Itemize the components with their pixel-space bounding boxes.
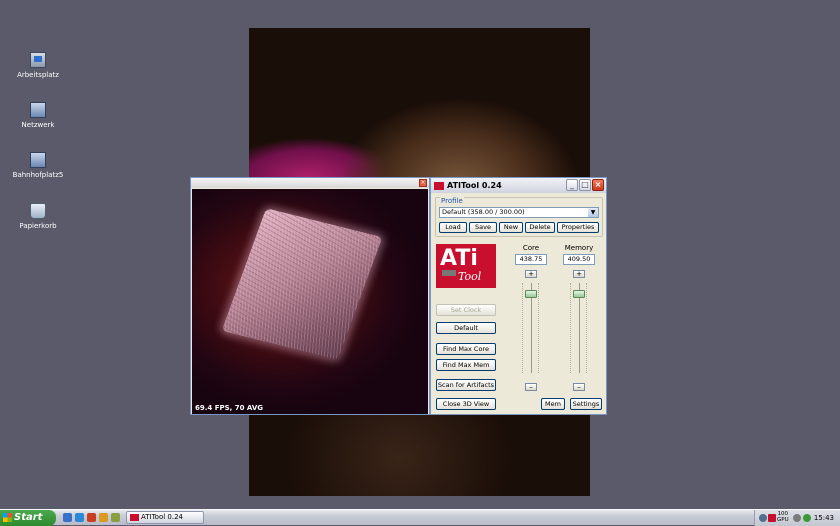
profile-dropdown[interactable]: Default (358.00 / 300.00) ▼: [439, 207, 599, 218]
3d-view-canvas: 69.4 FPS, 70 AVG: [192, 189, 428, 414]
memory-plus-button[interactable]: +: [573, 270, 585, 278]
save-button[interactable]: Save: [469, 222, 497, 233]
find-max-core-button[interactable]: Find Max Core: [436, 343, 496, 355]
desktop-icon-label: Bahnhofplatz5: [12, 171, 64, 179]
close-icon[interactable]: ×: [592, 179, 604, 191]
quicklaunch-app-icon[interactable]: [111, 513, 120, 522]
maximize-icon[interactable]: □: [579, 179, 591, 191]
set-clock-button: Set Clock: [436, 304, 496, 316]
start-button[interactable]: Start: [0, 510, 56, 526]
desktop-icon-label: Papierkorb: [19, 222, 57, 230]
render-window-titlebar[interactable]: ×: [191, 178, 429, 188]
desktop-icon-label: Arbeitsplatz: [17, 71, 59, 79]
minimize-icon[interactable]: _: [566, 179, 578, 191]
start-label: Start: [14, 512, 43, 523]
memory-slider-thumb[interactable]: [573, 289, 585, 298]
recycle-bin-icon: [30, 203, 46, 219]
internet-explorer-icon[interactable]: [75, 513, 84, 522]
memory-minus-button[interactable]: –: [573, 383, 585, 391]
memory-slider-ticks: [570, 283, 571, 373]
memory-slider-ticks: [586, 283, 587, 373]
my-computer-icon: [30, 52, 46, 68]
render-window: × 69.4 FPS, 70 AVG: [190, 177, 430, 415]
taskbar-item-atitool[interactable]: ATITool 0.24: [126, 511, 204, 524]
profile-selected-value: Default (358.00 / 300.00): [442, 208, 525, 216]
settings-button[interactable]: Settings: [570, 398, 602, 410]
taskbar: Start ATITool 0.24 100 GPU 15:43: [0, 509, 840, 526]
fur-cube-render: [221, 208, 383, 360]
window-title: ATITool 0.24: [447, 181, 502, 190]
ati-logo-icon: [434, 181, 444, 190]
close-3d-view-button[interactable]: Close 3D View: [436, 398, 496, 410]
atitool-window: ATITool 0.24 _ □ × Profile Default (358.…: [430, 177, 607, 415]
tray-icon[interactable]: [793, 514, 801, 522]
default-button[interactable]: Default: [436, 322, 496, 334]
delete-button[interactable]: Delete: [525, 222, 555, 233]
desktop-icon-bahnhofplatz5[interactable]: Bahnhofplatz5: [8, 152, 68, 179]
core-slider-ticks: [538, 283, 539, 373]
taskbar-item-label: ATITool 0.24: [141, 513, 183, 521]
atitool-titlebar[interactable]: ATITool 0.24 _ □ ×: [431, 178, 606, 193]
volume-icon[interactable]: [803, 514, 811, 522]
media-player-icon[interactable]: [87, 513, 96, 522]
show-desktop-icon[interactable]: [63, 513, 72, 522]
core-slider-thumb[interactable]: [525, 289, 537, 298]
core-plus-button[interactable]: +: [525, 270, 537, 278]
mem-button[interactable]: Mem: [541, 398, 565, 410]
system-tray: 100 GPU 15:43: [754, 510, 840, 526]
core-label: Core: [522, 244, 540, 252]
memory-label: Memory: [564, 244, 594, 252]
windows-logo-icon: [3, 513, 12, 522]
network-icon: [30, 102, 46, 118]
desktop-icon-papierkorb[interactable]: Papierkorb: [8, 203, 68, 230]
profile-group: Profile Default (358.00 / 300.00) ▼ Load…: [435, 197, 603, 237]
chevron-down-icon[interactable]: ▼: [588, 208, 598, 217]
desktop-icon-label: Netzwerk: [21, 121, 55, 129]
ati-logo-icon: [130, 514, 139, 521]
scan-for-artifacts-button[interactable]: Scan for Artifacts: [436, 379, 496, 391]
logo-tool-text: Tool: [458, 270, 482, 283]
core-minus-button[interactable]: –: [525, 383, 537, 391]
gpu-temp-label: GPU: [777, 517, 789, 523]
quicklaunch-app-icon[interactable]: [99, 513, 108, 522]
hammer-icon: [442, 270, 456, 276]
profile-label: Profile: [440, 197, 464, 205]
core-clock-value: 438.75: [515, 254, 547, 265]
logo-ati-text: ATi: [440, 246, 478, 271]
properties-button[interactable]: Properties: [557, 222, 599, 233]
clock: 15:43: [813, 514, 834, 522]
desktop-icon-netzwerk[interactable]: Netzwerk: [8, 102, 68, 129]
ati-tool-logo: ATi Tool: [436, 244, 496, 288]
new-button[interactable]: New: [499, 222, 523, 233]
desktop-icon-arbeitsplatz[interactable]: Arbeitsplatz: [8, 52, 68, 79]
close-icon[interactable]: ×: [419, 179, 427, 187]
core-slider-ticks: [522, 283, 523, 373]
fps-counter: 69.4 FPS, 70 AVG: [195, 404, 264, 412]
find-max-mem-button[interactable]: Find Max Mem: [436, 359, 496, 371]
network-tray-icon[interactable]: [759, 514, 767, 522]
gpu-temp-readout[interactable]: 100 GPU: [777, 511, 789, 523]
network-place-icon: [30, 152, 46, 168]
memory-clock-value: 409.50: [563, 254, 595, 265]
load-button[interactable]: Load: [439, 222, 467, 233]
atitool-tray-icon[interactable]: [768, 514, 776, 522]
